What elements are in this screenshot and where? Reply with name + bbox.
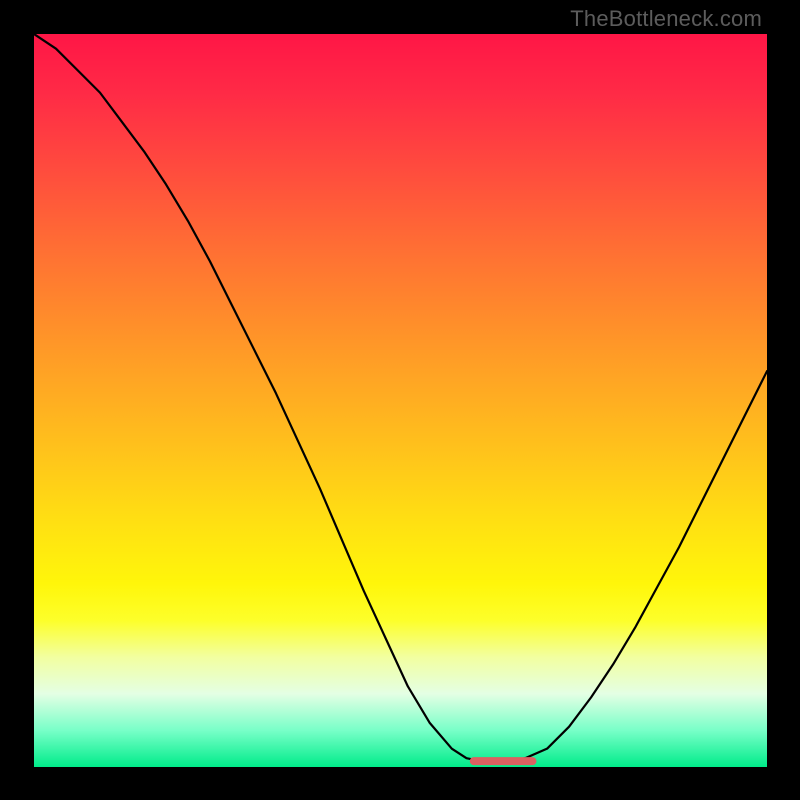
heat-gradient-background xyxy=(34,34,767,767)
chart-canvas: TheBottleneck.com xyxy=(0,0,800,800)
watermark-text: TheBottleneck.com xyxy=(570,6,762,32)
plot-area xyxy=(34,34,767,767)
